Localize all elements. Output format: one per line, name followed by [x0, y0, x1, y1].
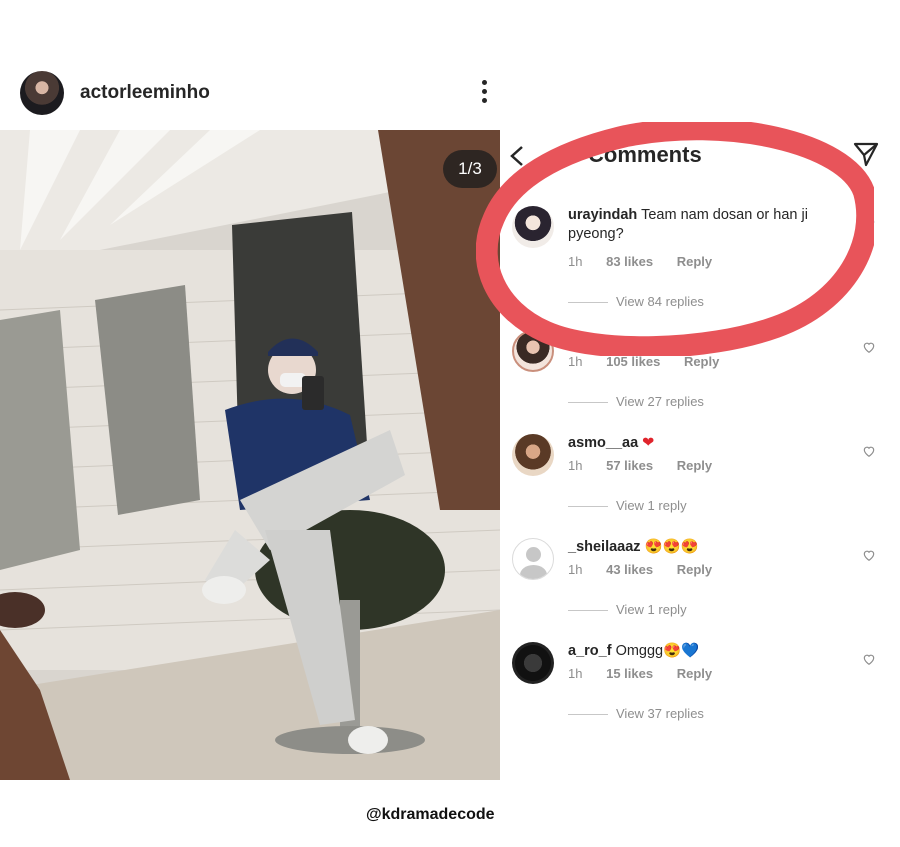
comment-time: 1h: [568, 354, 583, 369]
comment-item: 1h 105 likes Reply View 27 replies: [500, 330, 900, 434]
comment-item: asmo__aa ❤ 1h 57 likes Reply View 1 repl…: [500, 434, 900, 538]
comment-likes[interactable]: 57 likes: [606, 458, 653, 473]
comment-likes[interactable]: 105 likes: [606, 354, 660, 369]
view-replies-link[interactable]: View 37 replies: [568, 706, 704, 721]
comment-username[interactable]: a_ro_f: [568, 643, 612, 659]
comment-time: 1h: [568, 562, 583, 577]
reply-button[interactable]: Reply: [677, 458, 712, 473]
view-replies-link[interactable]: View 84 replies: [568, 294, 704, 309]
more-vertical-icon[interactable]: [474, 80, 494, 106]
image-counter: 1/3: [443, 150, 497, 188]
comment-meta: 1h 83 likes Reply: [568, 254, 732, 269]
back-arrow-icon[interactable]: [508, 144, 526, 168]
reply-button[interactable]: Reply: [677, 562, 712, 577]
reply-button[interactable]: Reply: [677, 254, 712, 269]
heart-outline-icon[interactable]: [862, 216, 876, 230]
comment-item: a_ro_f Omggg😍💙 1h 15 likes Reply View 37…: [500, 642, 900, 746]
post-username[interactable]: actorleeminho: [80, 82, 210, 104]
comment-time: 1h: [568, 458, 583, 473]
comment-username[interactable]: asmo__aa: [568, 435, 638, 451]
post-header: actorleeminho: [0, 60, 500, 130]
emoji-text: 😍😍😍: [644, 539, 699, 555]
comment-meta: 1h 15 likes Reply: [568, 666, 732, 681]
comment-meta: 1h 105 likes Reply: [568, 354, 739, 369]
avatar[interactable]: [512, 434, 554, 476]
avatar[interactable]: [20, 71, 64, 115]
view-replies-link[interactable]: View 1 reply: [568, 498, 687, 513]
comment-likes[interactable]: 15 likes: [606, 666, 653, 681]
comment-meta: 1h 57 likes Reply: [568, 458, 732, 473]
view-replies-link[interactable]: View 1 reply: [568, 602, 687, 617]
comment-item: _sheilaaaz 😍😍😍 1h 43 likes Reply View 1 …: [500, 538, 900, 642]
comment-time: 1h: [568, 254, 583, 269]
comment-likes[interactable]: 43 likes: [606, 562, 653, 577]
heart-outline-icon[interactable]: [862, 548, 876, 562]
comment-likes[interactable]: 83 likes: [606, 254, 653, 269]
heart-outline-icon[interactable]: [862, 444, 876, 458]
comments-panel: Comments urayindah Team nam dosan or han…: [500, 130, 900, 780]
comments-header: Comments: [500, 130, 900, 180]
watermark: @kdramadecode: [366, 806, 495, 823]
comment-username[interactable]: urayindah: [568, 207, 637, 223]
comment-time: 1h: [568, 666, 583, 681]
comment-text: Omggg: [615, 643, 664, 659]
comment-item: urayindah Team nam dosan or han ji pyeon…: [500, 206, 900, 310]
emoji-text: 😍💙: [663, 643, 700, 659]
avatar[interactable]: [512, 642, 554, 684]
comment-meta: 1h 43 likes Reply: [568, 562, 732, 577]
reply-button[interactable]: Reply: [684, 354, 719, 369]
heart-emoji: ❤: [642, 435, 655, 451]
view-replies-link[interactable]: View 27 replies: [568, 394, 704, 409]
reply-button[interactable]: Reply: [677, 666, 712, 681]
post-photo: [0, 130, 500, 780]
heart-outline-icon[interactable]: [862, 652, 876, 666]
avatar[interactable]: [512, 206, 554, 248]
comments-title: Comments: [588, 142, 702, 167]
send-icon[interactable]: [852, 140, 880, 168]
heart-outline-icon[interactable]: [862, 340, 876, 354]
comment-username[interactable]: _sheilaaaz: [568, 539, 641, 555]
avatar[interactable]: [512, 538, 554, 580]
avatar[interactable]: [512, 330, 554, 372]
